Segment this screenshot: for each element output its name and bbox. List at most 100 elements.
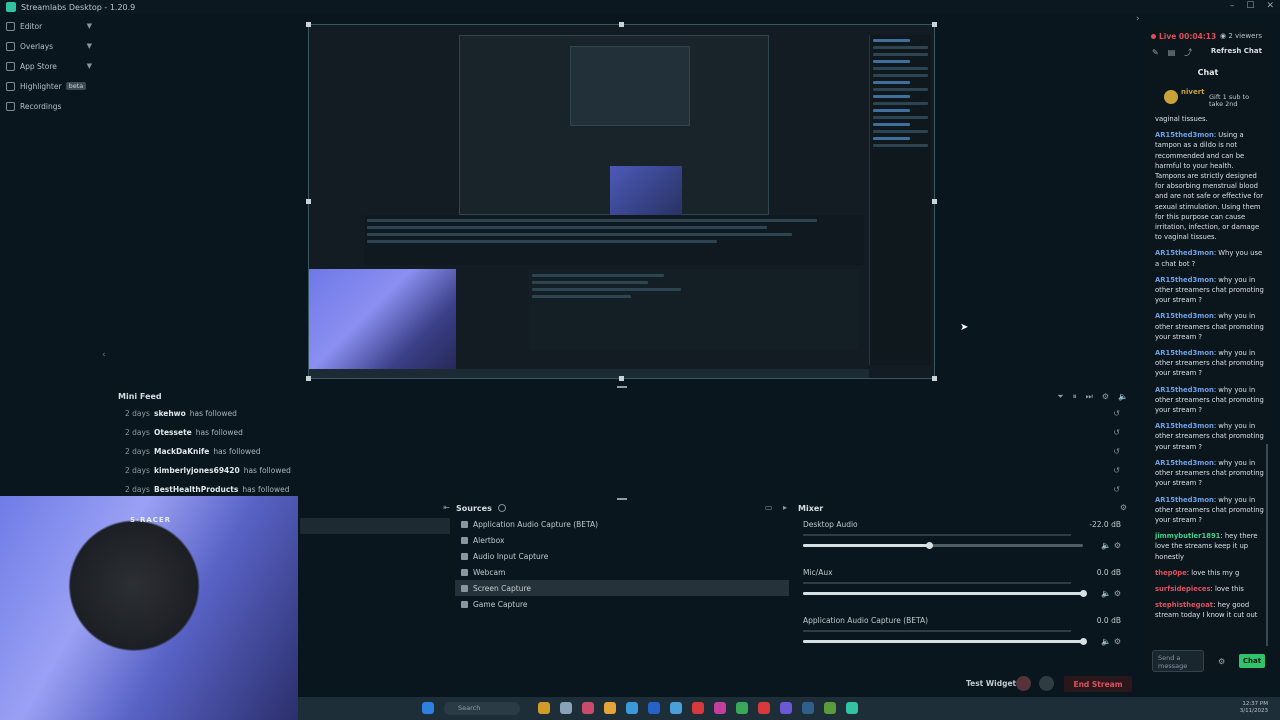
volume-slider-knob[interactable] [1080, 590, 1087, 597]
taskbar-app-icon[interactable] [824, 702, 836, 714]
pinned-username[interactable]: nivert [1181, 88, 1205, 96]
resize-handle[interactable] [619, 376, 624, 381]
chat-username[interactable]: AR15thed3mon [1155, 496, 1214, 504]
mute-icon[interactable]: 🔈 [1101, 589, 1111, 598]
volume-slider-knob[interactable] [1080, 638, 1087, 645]
feed-username[interactable]: kimberlyjones69420 [154, 466, 240, 475]
chat-username[interactable]: AR15thed3mon [1155, 131, 1214, 139]
chat-username[interactable]: AR15thed3mon [1155, 422, 1214, 430]
chat-scrollbar[interactable] [1266, 444, 1268, 646]
source-item[interactable]: Alertbox [455, 532, 789, 548]
record-button[interactable] [1016, 676, 1031, 691]
collapse-left-chevron-icon[interactable]: ‹ [102, 350, 106, 360]
stream-preview[interactable] [308, 24, 935, 379]
chat-username[interactable]: AR15thed3mon [1155, 312, 1214, 320]
taskbar-app-icon[interactable] [758, 702, 770, 714]
resize-handle[interactable] [306, 376, 311, 381]
chat-username[interactable]: surfsidepieces [1155, 585, 1211, 593]
source-item[interactable]: Audio Input Capture [455, 548, 789, 564]
taskbar-app-icon[interactable] [714, 702, 726, 714]
source-item[interactable]: Webcam [455, 564, 789, 580]
close-icon[interactable]: ✕ [1266, 1, 1274, 11]
chat-username[interactable]: AR15thed3mon [1155, 459, 1214, 467]
skip-icon[interactable]: ⏭ [1086, 392, 1093, 402]
sidebar-item-recordings[interactable]: Recordings [0, 96, 100, 116]
feed-username[interactable]: BestHealthProducts [154, 485, 238, 494]
chevron-down-icon[interactable]: ▼ [87, 62, 92, 70]
chat-username[interactable]: AR15thed3mon [1155, 386, 1214, 394]
feed-username[interactable]: Otessete [154, 428, 192, 437]
resize-handle[interactable] [932, 199, 937, 204]
taskbar-app-icon[interactable] [582, 702, 594, 714]
resize-handle[interactable] [306, 199, 311, 204]
taskbar-app-icon[interactable] [538, 702, 550, 714]
taskbar-app-icon[interactable] [802, 702, 814, 714]
replay-alert-icon[interactable]: ↺ [1113, 428, 1120, 437]
chevron-down-icon[interactable]: ▼ [87, 22, 92, 30]
taskbar-app-icon[interactable] [846, 702, 858, 714]
gear-icon[interactable]: ⚙ [1114, 637, 1121, 646]
chat-username[interactable]: thep0pe [1155, 569, 1187, 577]
add-source-icon[interactable] [497, 504, 506, 512]
sources-tools-icon[interactable]: ▭ ▸ [765, 503, 791, 512]
gear-icon[interactable]: ⚙ [1114, 541, 1121, 550]
mute-icon[interactable]: 🔈 [1101, 541, 1111, 550]
volume-slider[interactable] [803, 542, 1083, 549]
chat-username[interactable]: jimmybutler1891 [1155, 532, 1220, 540]
taskbar-search[interactable]: Search [444, 702, 520, 715]
send-message-input[interactable]: Send a message [1152, 650, 1204, 672]
source-item[interactable]: Game Capture [455, 596, 789, 612]
maximize-icon[interactable]: ☐ [1246, 1, 1254, 11]
scene-transition-icon[interactable]: ⇤ [443, 503, 450, 512]
feed-username[interactable]: MackDaKnife [154, 447, 209, 456]
source-item[interactable]: Application Audio Capture (BETA) [455, 516, 789, 532]
chat-username[interactable]: AR15thed3mon [1155, 276, 1214, 284]
sidebar-item-editor[interactable]: Editor ▼ [0, 16, 100, 36]
taskbar-app-icon[interactable] [604, 702, 616, 714]
feed-username[interactable]: skehwo [154, 409, 186, 418]
chat-settings-icon[interactable]: ⚙ [1218, 657, 1225, 666]
taskbar-app-icon[interactable] [560, 702, 572, 714]
mixer-settings-icon[interactable]: ⚙ [1120, 503, 1127, 512]
share-icon[interactable]: ⤴ [1184, 48, 1201, 57]
volume-slider-knob[interactable] [926, 542, 933, 549]
sidebar-item-overlays[interactable]: Overlays ▼ [0, 36, 100, 56]
sidebar-item-app-store[interactable]: App Store ▼ [0, 56, 100, 76]
chat-send-button[interactable]: Chat [1239, 654, 1265, 668]
taskbar-app-icon[interactable] [780, 702, 792, 714]
resize-handle[interactable] [619, 22, 624, 27]
taskbar-app-icon[interactable] [626, 702, 638, 714]
sidebar-item-highlighter[interactable]: Highlighter beta [0, 76, 100, 96]
mute-icon[interactable]: 🔈 [1101, 637, 1111, 646]
minimize-icon[interactable]: – [1230, 1, 1235, 11]
resize-handle[interactable] [932, 22, 937, 27]
volume-icon[interactable]: 🔈 [1118, 392, 1128, 402]
resize-handle[interactable] [932, 376, 937, 381]
taskbar-app-icon[interactable] [670, 702, 682, 714]
replay-alert-icon[interactable]: ↺ [1113, 447, 1120, 456]
taskbar-app-icon[interactable] [736, 702, 748, 714]
copy-icon[interactable]: ▤ [1168, 48, 1185, 57]
filter-icon[interactable]: ⏷ [1057, 392, 1063, 402]
windows-start-icon[interactable] [422, 702, 434, 714]
refresh-chat-button[interactable]: Refresh Chat [1211, 47, 1262, 55]
replay-buffer-button[interactable] [1039, 676, 1054, 691]
chevron-down-icon[interactable]: ▼ [87, 42, 92, 50]
replay-alert-icon[interactable]: ↺ [1113, 485, 1120, 494]
edit-icon[interactable]: ✎ [1152, 48, 1168, 57]
gear-icon[interactable]: ⚙ [1114, 589, 1121, 598]
settings-icon[interactable]: ⚙ [1102, 392, 1109, 402]
taskbar-app-icon[interactable] [692, 702, 704, 714]
chat-username[interactable]: AR15thed3mon [1155, 249, 1214, 257]
chat-username[interactable]: AR15thed3mon [1155, 349, 1214, 357]
chat-username[interactable]: stephisthegoat [1155, 601, 1213, 609]
pause-icon[interactable]: ⏸ [1073, 392, 1077, 402]
replay-alert-icon[interactable]: ↺ [1113, 466, 1120, 475]
volume-slider[interactable] [803, 590, 1087, 597]
taskbar-app-icon[interactable] [648, 702, 660, 714]
scene-item[interactable] [300, 518, 450, 534]
test-widgets-label[interactable]: Test Widgets [966, 679, 1021, 688]
collapse-right-chevron-icon[interactable]: › [1136, 14, 1140, 24]
end-stream-button[interactable]: End Stream [1064, 676, 1132, 692]
source-item[interactable]: Screen Capture [455, 580, 789, 596]
